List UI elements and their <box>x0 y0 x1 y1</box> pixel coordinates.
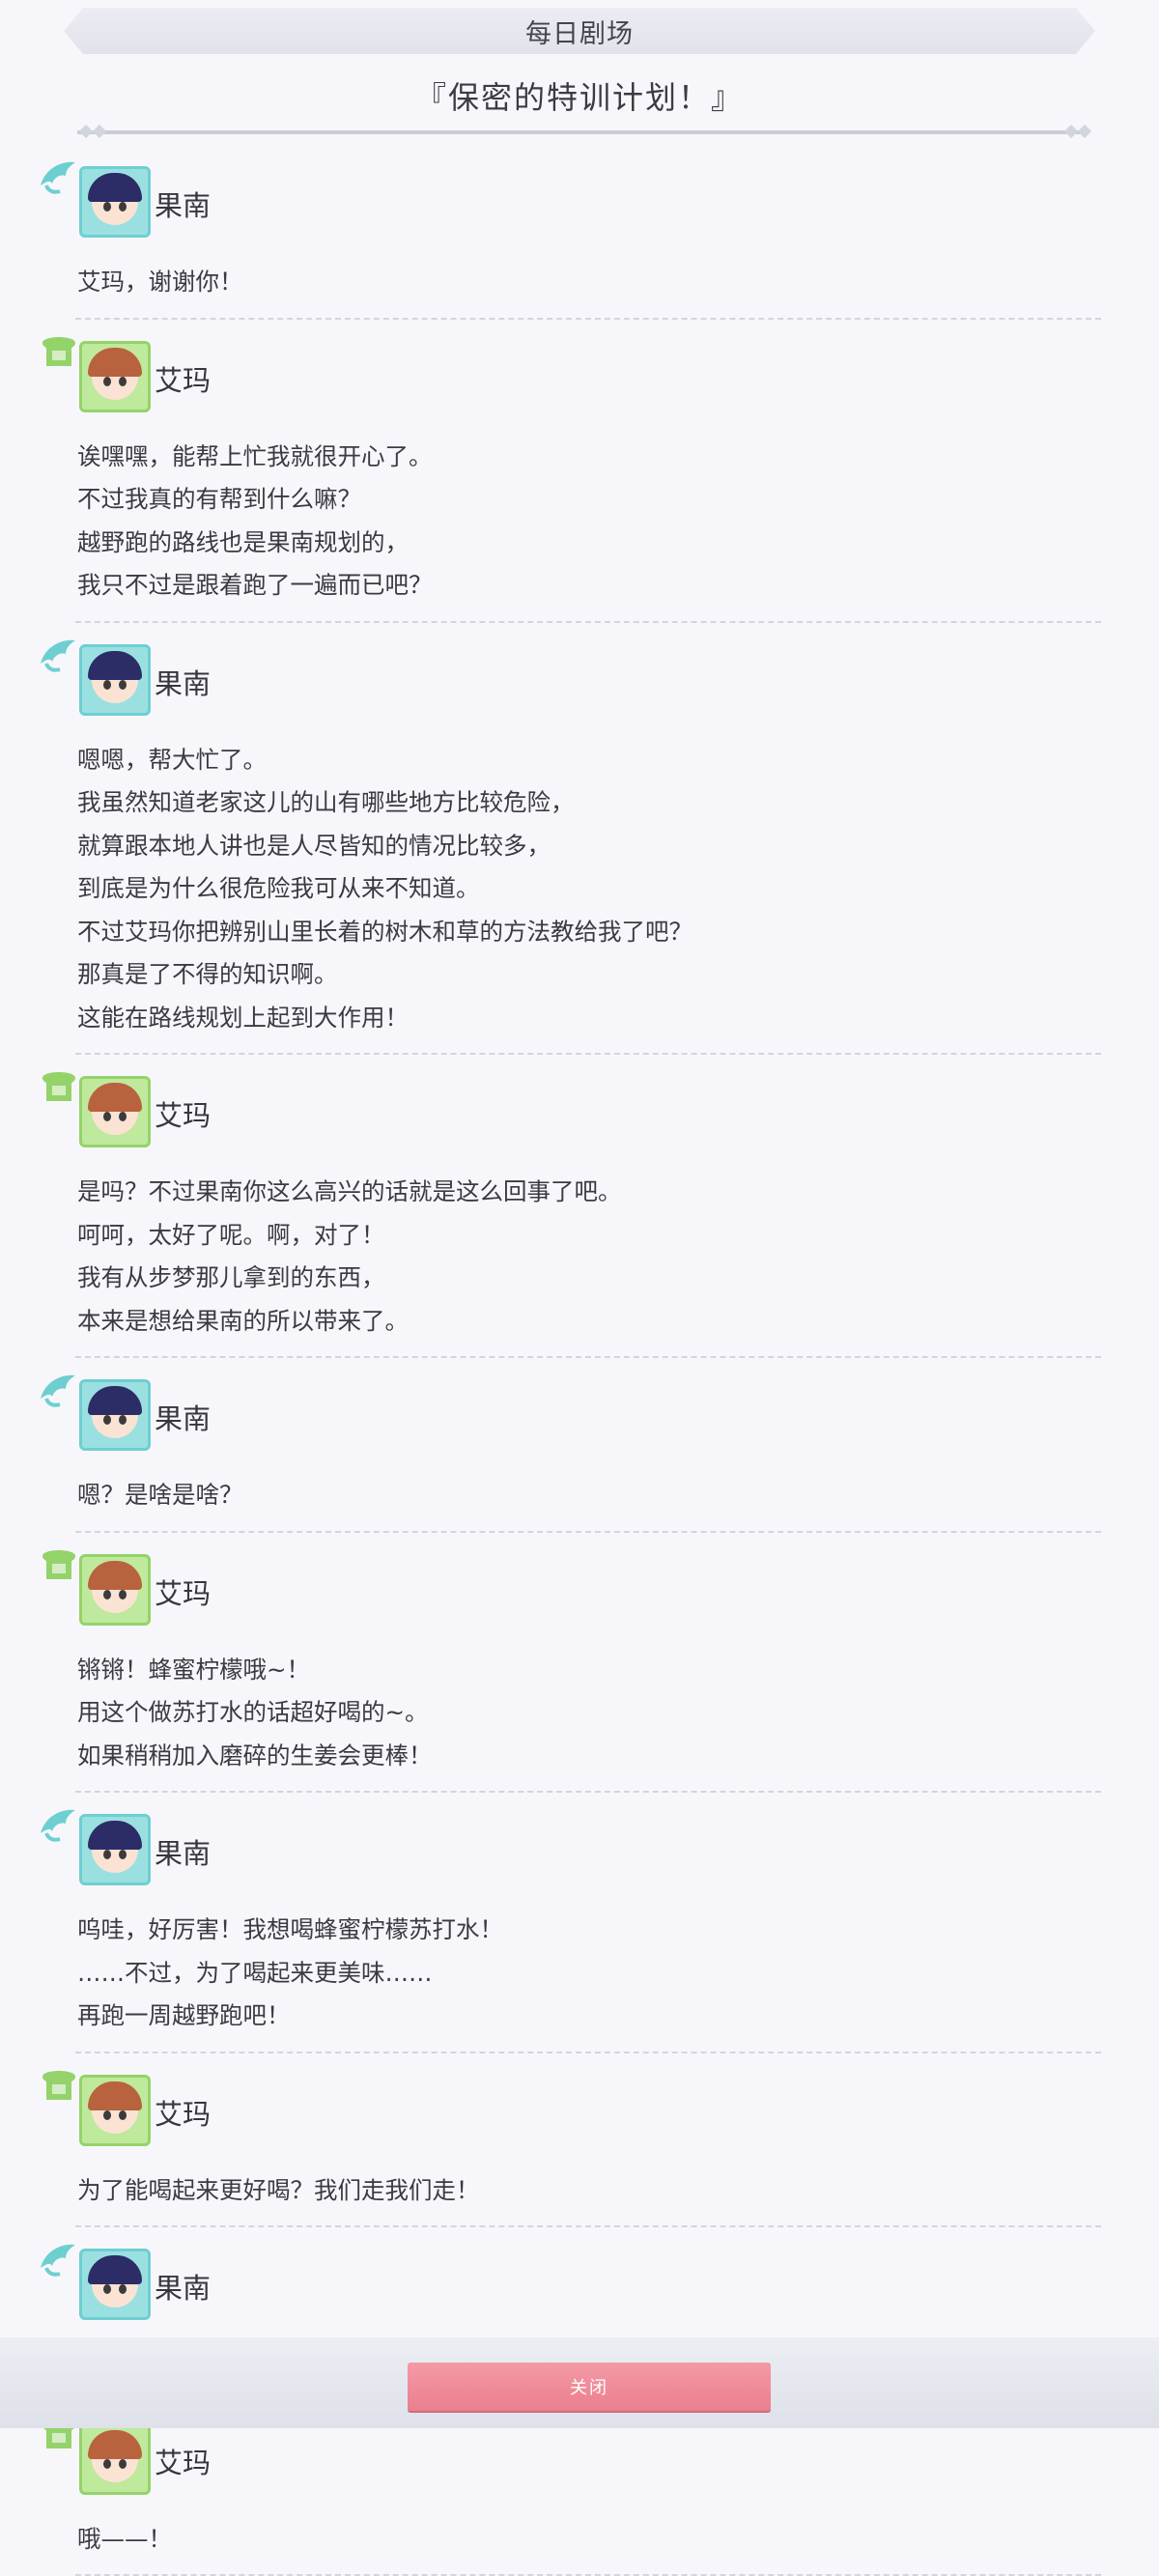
speaker-name: 果南 <box>155 662 211 702</box>
speaker-name: 艾玛 <box>155 1571 211 1612</box>
dialog-line: 本来是想给果南的所以带来了。 <box>77 1300 1101 1344</box>
dialog-line: 为了能喝起来更好喝？我们走我们走！ <box>77 2169 1101 2213</box>
avatar <box>79 644 151 716</box>
dialog-line: 呜哇，好厉害！我想喝蜂蜜柠檬苏打水！ <box>77 1909 1101 1952</box>
bread-icon <box>37 1541 81 1585</box>
dialog-line: 嗯嗯，帮大忙了。 <box>77 739 1101 782</box>
bread-icon <box>37 2061 81 2106</box>
speaker-name: 果南 <box>155 2266 211 2307</box>
dialog-line: 呵呵，太好了呢。啊，对了！ <box>77 1214 1101 1258</box>
speaker-name: 艾玛 <box>155 2092 211 2133</box>
bread-icon <box>37 327 81 372</box>
header-title: 每日剧场 <box>525 13 634 50</box>
speaker-name: 艾玛 <box>155 358 211 399</box>
dialog-line: 是吗？不过果南你这么高兴的话就是这么回事了吧。 <box>77 1171 1101 1214</box>
avatar <box>79 1814 151 1885</box>
dolphin-icon <box>37 153 81 197</box>
dialog-line: 越野跑的路线也是果南规划的， <box>77 522 1101 565</box>
dialog-entry: 果南呜哇，好厉害！我想喝蜂蜜柠檬苏打水！……不过，为了喝起来更美味……再跑一周越… <box>75 1793 1101 2053</box>
bread-icon <box>37 1062 81 1107</box>
dialog-line: 诶嘿嘿，能帮上忙我就很开心了。 <box>77 436 1101 479</box>
dialog-entry: 果南嗯？是啥是啥？ <box>75 1358 1101 1533</box>
avatar <box>79 1379 151 1451</box>
avatar <box>79 1554 151 1626</box>
dialog-line: 那真是了不得的知识啊。 <box>77 953 1101 997</box>
divider-diamond <box>79 125 93 138</box>
dialog-line: 用这个做苏打水的话超好喝的~。 <box>77 1691 1101 1735</box>
dialog-entry: 艾玛锵锵！蜂蜜柠檬哦~！用这个做苏打水的话超好喝的~。如果稍稍加入磨碎的生姜会更… <box>75 1533 1101 1794</box>
avatar <box>79 2075 151 2146</box>
dolphin-icon <box>37 631 81 675</box>
speaker-name: 艾玛 <box>155 1093 211 1134</box>
dialog-entry: 艾玛是吗？不过果南你这么高兴的话就是这么回事了吧。呵呵，太好了呢。啊，对了！我有… <box>75 1055 1101 1358</box>
dolphin-icon <box>37 1800 81 1845</box>
divider-diamond <box>93 125 106 138</box>
dialog-line: ……不过，为了喝起来更美味…… <box>77 1952 1101 1996</box>
avatar <box>79 2249 151 2320</box>
dialog-line: 我虽然知道老家这儿的山有哪些地方比较危险， <box>77 781 1101 825</box>
speaker-name: 果南 <box>155 1397 211 1437</box>
avatar <box>79 1076 151 1147</box>
dialog-line: 我有从步梦那儿拿到的东西， <box>77 1257 1101 1300</box>
dialog-entry: 艾玛为了能喝起来更好喝？我们走我们走！ <box>75 2053 1101 2228</box>
dialog-line: 哦——！ <box>77 2518 1101 2562</box>
dialog-entry: 艾玛诶嘿嘿，能帮上忙我就很开心了。不过我真的有帮到什么嘛？越野跑的路线也是果南规… <box>75 320 1101 623</box>
speaker-name: 果南 <box>155 184 211 224</box>
divider-diamond <box>1078 125 1091 138</box>
dialog-line: 再跑一周越野跑吧！ <box>77 1995 1101 2038</box>
title-divider <box>77 130 1082 134</box>
story-title: 『保密的特训计划！』 <box>0 73 1159 118</box>
dialog-line: 锵锵！蜂蜜柠檬哦~！ <box>77 1649 1101 1692</box>
dialog-line: 到底是为什么很危险我可从来不知道。 <box>77 867 1101 911</box>
dialog-line: 这能在路线规划上起到大作用！ <box>77 997 1101 1040</box>
avatar <box>79 166 151 238</box>
avatar <box>79 341 151 412</box>
close-button[interactable]: 关闭 <box>408 2363 771 2411</box>
dialog-entry: 果南嗯嗯，帮大忙了。我虽然知道老家这儿的山有哪些地方比较危险，就算跟本地人讲也是… <box>75 623 1101 1056</box>
dialog-line: 嗯？是啥是啥？ <box>77 1474 1101 1517</box>
dialog-line: 艾玛，谢谢你！ <box>77 261 1101 304</box>
avatar <box>79 2423 151 2495</box>
header-bar: 每日剧场 <box>64 8 1095 54</box>
divider-diamond <box>1064 125 1078 138</box>
speaker-name: 果南 <box>155 1831 211 1872</box>
dialog-line: 不过艾玛你把辨别山里长着的树木和草的方法教给我了吧？ <box>77 911 1101 954</box>
dialog-line: 不过我真的有帮到什么嘛？ <box>77 478 1101 522</box>
dolphin-icon <box>37 1366 81 1410</box>
speaker-name: 艾玛 <box>155 2441 211 2481</box>
dialog-log[interactable]: 果南艾玛，谢谢你！艾玛诶嘿嘿，能帮上忙我就很开心了。不过我真的有帮到什么嘛？越野… <box>0 145 1159 2576</box>
dialog-line: 就算跟本地人讲也是人尽皆知的情况比较多， <box>77 825 1101 868</box>
dialog-line: 如果稍稍加入磨碎的生姜会更棒！ <box>77 1735 1101 1778</box>
dolphin-icon <box>37 2235 81 2279</box>
footer-bar: 关闭 <box>0 2337 1159 2428</box>
dialog-line: 我只不过是跟着跑了一遍而已吧？ <box>77 564 1101 608</box>
dialog-entry: 果南艾玛，谢谢你！ <box>75 145 1101 320</box>
